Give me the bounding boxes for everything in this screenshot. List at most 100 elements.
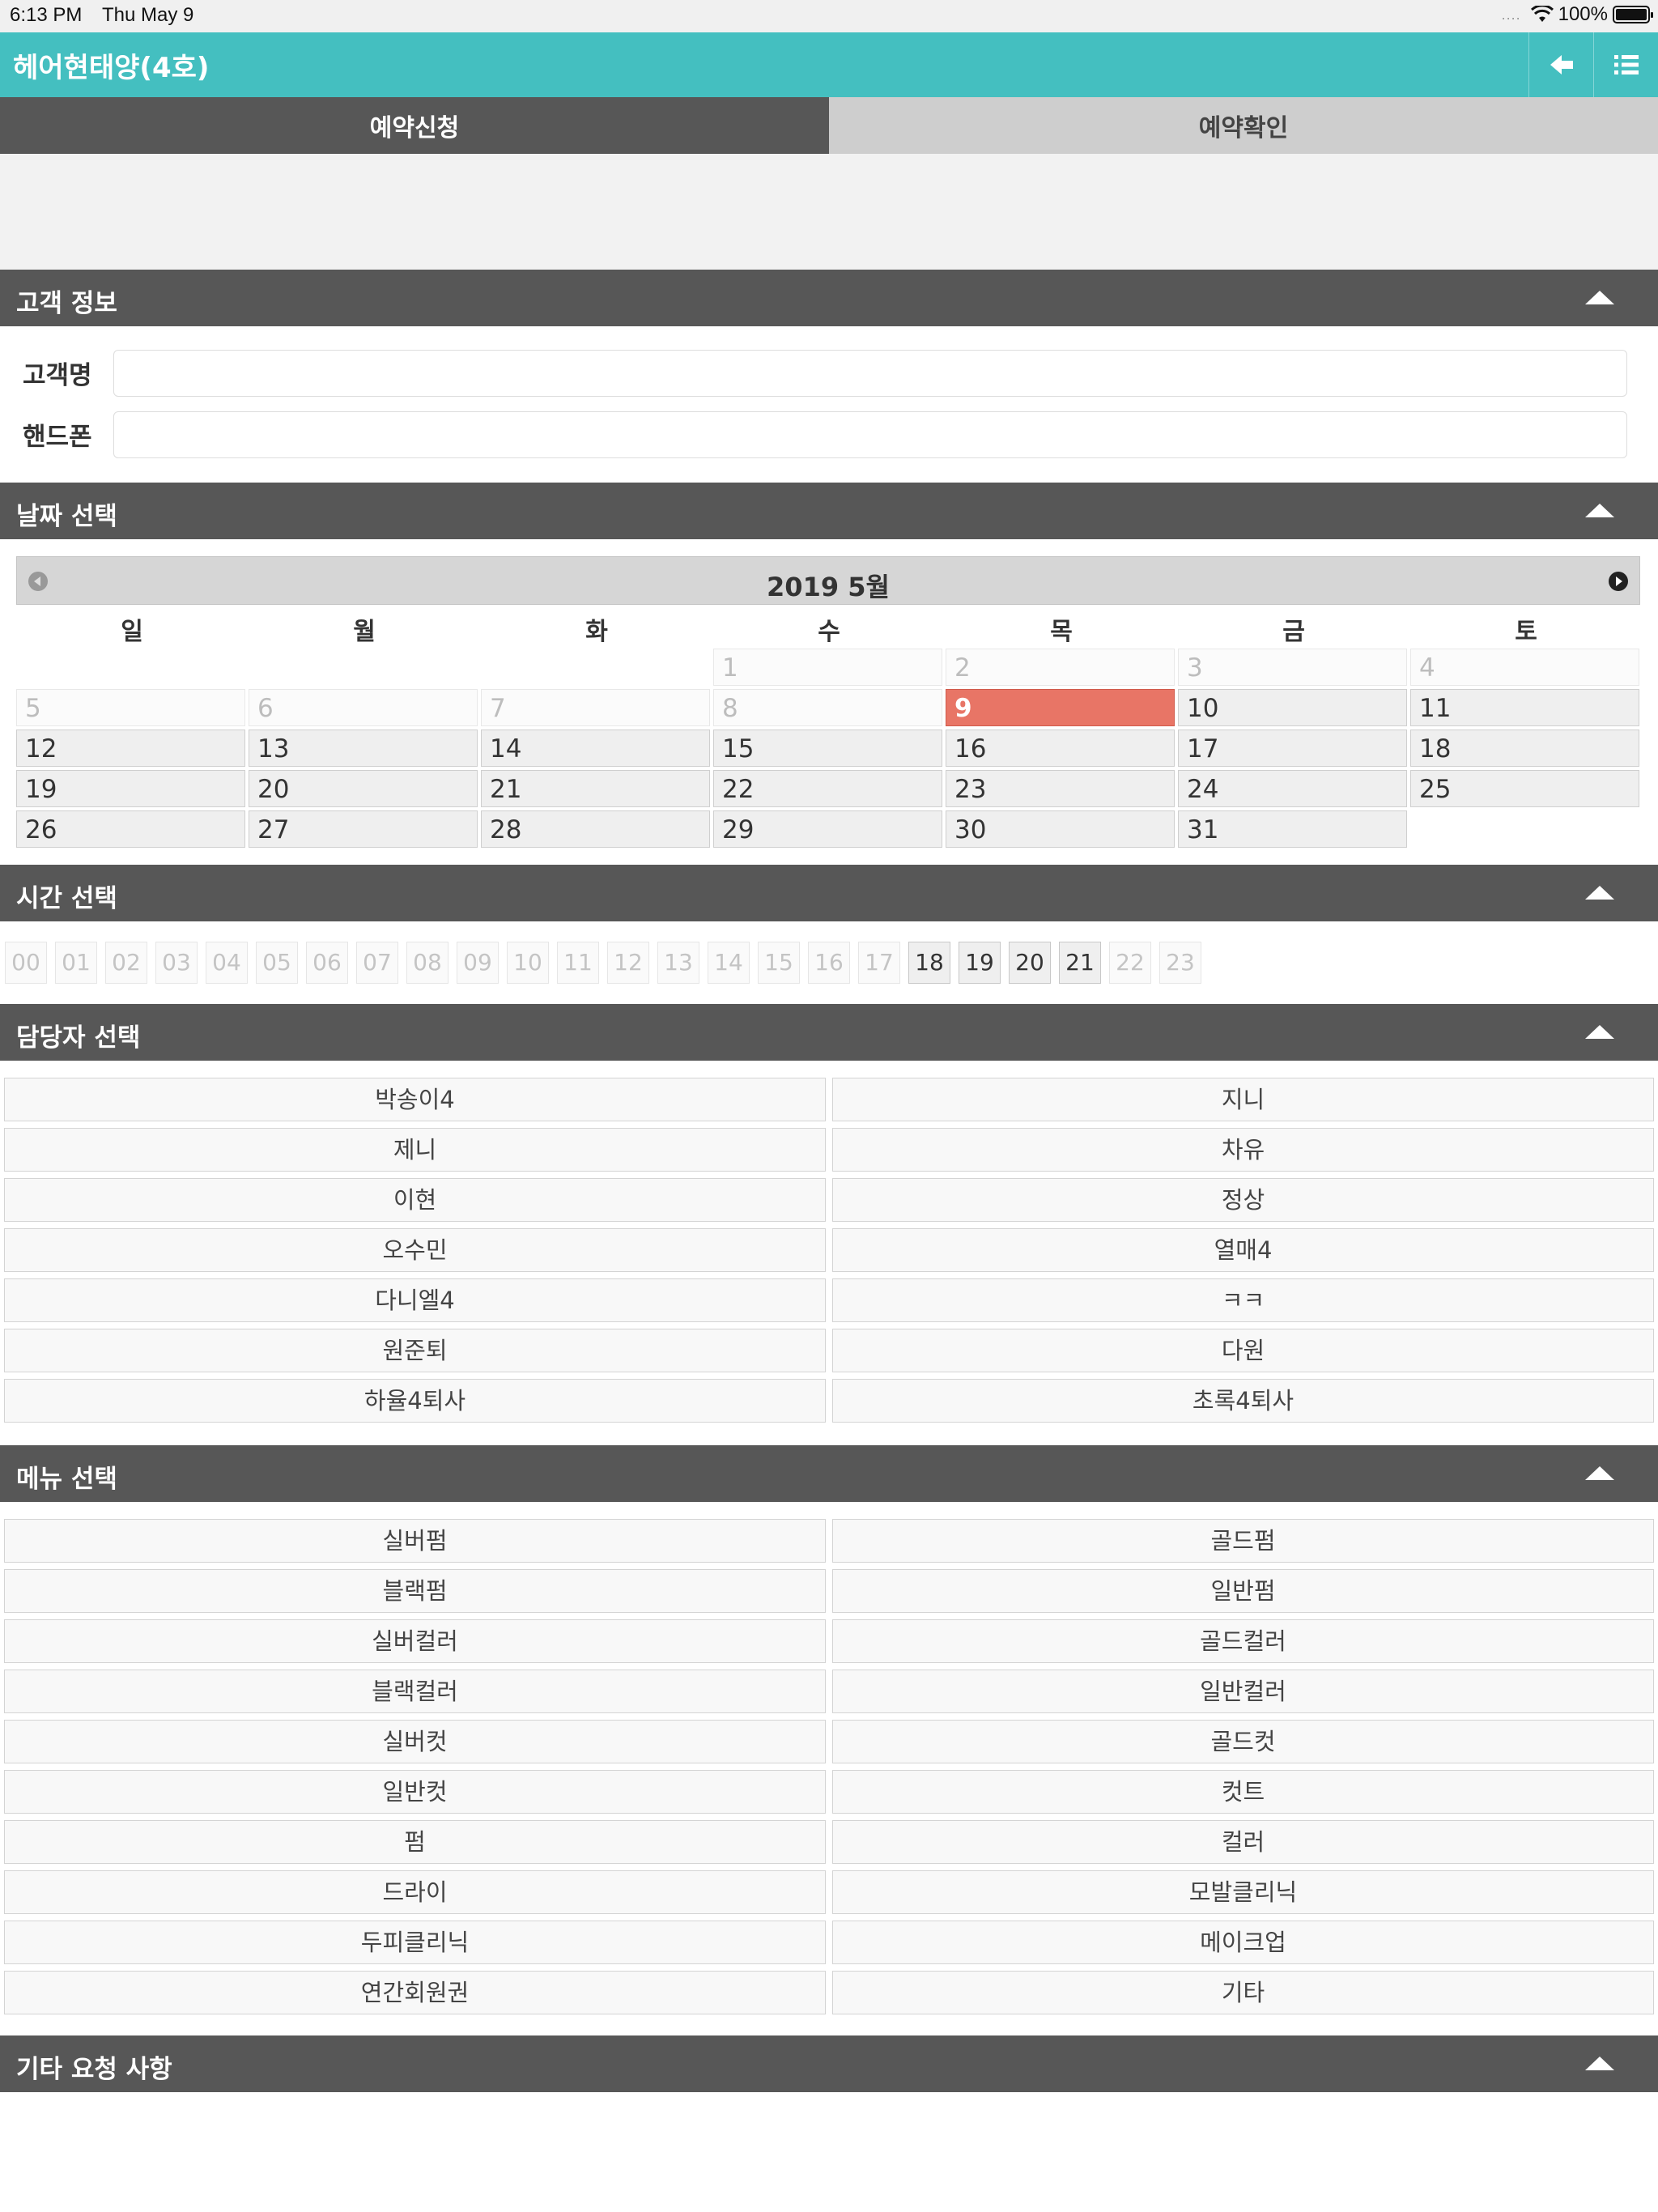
menu-option-button[interactable]: 두피클리닉 <box>4 1921 826 1964</box>
calendar-day[interactable]: 11 <box>1410 689 1639 726</box>
menu-option-button[interactable]: 연간회원권 <box>4 1971 826 2014</box>
menu-option-button[interactable]: 실버컬러 <box>4 1619 826 1663</box>
app-header: 헤어현태양(4호) <box>0 32 1658 97</box>
weekday-header: 목 <box>1050 618 1073 646</box>
hour-option[interactable]: 20 <box>1009 942 1051 984</box>
menu-option-button[interactable]: 블랙펌 <box>4 1569 826 1613</box>
menu-option-button[interactable]: 기타 <box>832 1971 1654 2014</box>
section-title: 담당자 선택 <box>16 1023 141 1053</box>
menu-option-button[interactable]: 골드컷 <box>832 1720 1654 1763</box>
calendar-day[interactable]: 21 <box>481 770 710 807</box>
banner-area <box>0 154 1658 270</box>
calendar-day[interactable]: 20 <box>249 770 478 807</box>
calendar-day[interactable]: 28 <box>481 810 710 848</box>
status-date: Thu May 9 <box>102 4 194 26</box>
weekday-header: 수 <box>818 618 840 646</box>
staff-option-button[interactable]: 열매4 <box>832 1228 1654 1272</box>
weekday-header: 금 <box>1282 618 1305 646</box>
staff-option-button[interactable]: 오수민 <box>4 1228 826 1272</box>
staff-option-button[interactable]: 정상 <box>832 1178 1654 1222</box>
hour-option[interactable]: 18 <box>908 942 950 984</box>
section-header-request[interactable]: 기타 요청 사항 <box>0 2035 1658 2092</box>
collapse-arrow-icon <box>1585 291 1614 304</box>
calendar-day[interactable]: 24 <box>1178 770 1407 807</box>
calendar-day: 7 <box>481 689 710 726</box>
section-header-date[interactable]: 날짜 선택 <box>0 483 1658 539</box>
calendar-day[interactable]: 12 <box>16 730 245 767</box>
menu-option-button[interactable]: 실버펌 <box>4 1519 826 1563</box>
section-header-customer[interactable]: 고객 정보 <box>0 270 1658 326</box>
menu-option-button[interactable]: 골드컬러 <box>832 1619 1654 1663</box>
staff-option-button[interactable]: 다니엘4 <box>4 1278 826 1322</box>
calendar-day: 8 <box>713 689 942 726</box>
calendar-day[interactable]: 29 <box>713 810 942 848</box>
back-button[interactable] <box>1528 32 1593 97</box>
calendar-day[interactable]: 18 <box>1410 730 1639 767</box>
menu-option-button[interactable]: 드라이 <box>4 1870 826 1914</box>
staff-option-button[interactable]: 지니 <box>832 1078 1654 1121</box>
calendar-day[interactable]: 13 <box>249 730 478 767</box>
tab-reservation-request[interactable]: 예약신청 <box>0 97 829 154</box>
calendar-day: 3 <box>1178 649 1407 686</box>
menu-button[interactable] <box>1593 32 1658 97</box>
staff-option-button[interactable]: 하율4퇴사 <box>4 1379 826 1423</box>
menu-option-button[interactable]: 블랙컬러 <box>4 1670 826 1713</box>
collapse-arrow-icon <box>1585 1025 1614 1039</box>
calendar-day-selected[interactable]: 9 <box>946 689 1175 726</box>
staff-option-button[interactable]: ㅋㅋ <box>832 1278 1654 1322</box>
section-title: 날짜 선택 <box>16 502 117 531</box>
collapse-arrow-icon <box>1585 886 1614 900</box>
section-title: 시간 선택 <box>16 884 117 913</box>
staff-option-button[interactable]: 차유 <box>832 1128 1654 1172</box>
staff-option-button[interactable]: 제니 <box>4 1128 826 1172</box>
section-header-time[interactable]: 시간 선택 <box>0 865 1658 921</box>
menu-option-button[interactable]: 펌 <box>4 1820 826 1864</box>
hour-option: 17 <box>858 942 900 984</box>
menu-option-button[interactable]: 실버컷 <box>4 1720 826 1763</box>
app-title: 헤어현태양(4호) <box>13 52 210 84</box>
next-month-icon[interactable] <box>1609 572 1628 591</box>
calendar-day[interactable]: 19 <box>16 770 245 807</box>
weekday-header: 월 <box>353 618 376 646</box>
calendar-day: 2 <box>946 649 1175 686</box>
menu-option-button[interactable]: 일반컬러 <box>832 1670 1654 1713</box>
calendar-day[interactable]: 26 <box>16 810 245 848</box>
calendar-day[interactable]: 14 <box>481 730 710 767</box>
staff-option-button[interactable]: 다원 <box>832 1329 1654 1372</box>
calendar-day[interactable]: 17 <box>1178 730 1407 767</box>
hour-option: 15 <box>758 942 800 984</box>
calendar-day[interactable]: 30 <box>946 810 1175 848</box>
weekday-header: 일 <box>121 618 143 646</box>
calendar-day: 1 <box>713 649 942 686</box>
menu-option-button[interactable]: 컷트 <box>832 1770 1654 1814</box>
calendar-day[interactable]: 22 <box>713 770 942 807</box>
battery-percent: 100% <box>1558 3 1608 25</box>
staff-option-button[interactable]: 박송이4 <box>4 1078 826 1121</box>
menu-option-button[interactable]: 일반펌 <box>832 1569 1654 1613</box>
menu-option-button[interactable]: 메이크업 <box>832 1921 1654 1964</box>
customer-name-input[interactable] <box>113 350 1627 397</box>
staff-option-button[interactable]: 초록4퇴사 <box>832 1379 1654 1423</box>
calendar-day: 5 <box>16 689 245 726</box>
calendar-day[interactable]: 10 <box>1178 689 1407 726</box>
tab-reservation-check[interactable]: 예약확인 <box>829 97 1658 154</box>
calendar-day[interactable]: 15 <box>713 730 942 767</box>
menu-option-button[interactable]: 컬러 <box>832 1820 1654 1864</box>
phone-input[interactable] <box>113 411 1627 458</box>
menu-option-button[interactable]: 골드펌 <box>832 1519 1654 1563</box>
hour-option[interactable]: 21 <box>1059 942 1101 984</box>
calendar-day[interactable]: 16 <box>946 730 1175 767</box>
hour-option: 22 <box>1109 942 1151 984</box>
calendar-day[interactable]: 31 <box>1178 810 1407 848</box>
staff-option-button[interactable]: 이현 <box>4 1178 826 1222</box>
section-header-menu[interactable]: 메뉴 선택 <box>0 1445 1658 1502</box>
calendar-day[interactable]: 23 <box>946 770 1175 807</box>
staff-option-button[interactable]: 원준퇴 <box>4 1329 826 1372</box>
section-header-staff[interactable]: 담당자 선택 <box>0 1004 1658 1061</box>
calendar-day[interactable]: 25 <box>1410 770 1639 807</box>
menu-option-button[interactable]: 일반컷 <box>4 1770 826 1814</box>
calendar-day[interactable]: 27 <box>249 810 478 848</box>
hour-option[interactable]: 19 <box>959 942 1001 984</box>
hour-option: 09 <box>457 942 499 984</box>
menu-option-button[interactable]: 모발클리닉 <box>832 1870 1654 1914</box>
